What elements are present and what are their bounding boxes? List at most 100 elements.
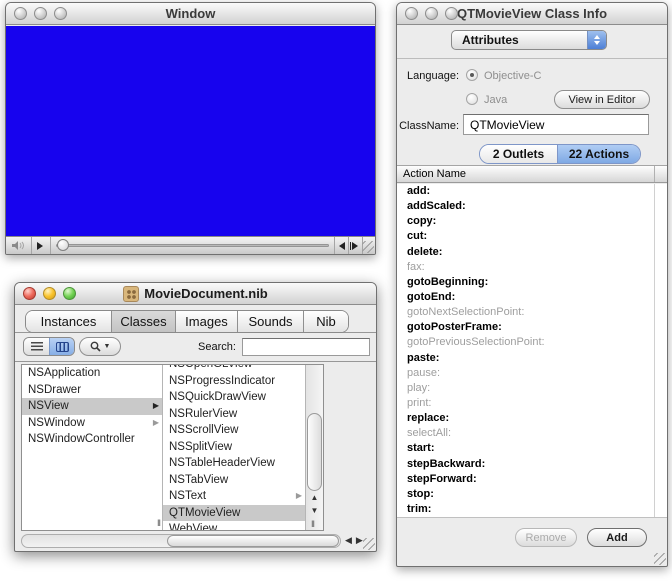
action-row[interactable]: fax:: [397, 260, 667, 275]
window-title: Window: [165, 6, 216, 21]
tab-classes[interactable]: Classes: [112, 311, 176, 332]
tab-actions[interactable]: 22 Actions: [558, 145, 640, 163]
window-controls: [405, 7, 458, 20]
tab-outlets[interactable]: 2 Outlets: [480, 145, 558, 163]
close-button[interactable]: [23, 287, 36, 300]
action-row[interactable]: addScaled:: [397, 199, 667, 214]
list-item[interactable]: NSApplication: [22, 365, 162, 382]
scrollbar-thumb[interactable]: [307, 413, 322, 491]
list-item[interactable]: NSText ▶: [163, 488, 305, 505]
action-list-scrollbar-track[interactable]: [654, 184, 667, 519]
minimize-button[interactable]: [43, 287, 56, 300]
window-controls: [23, 287, 76, 300]
column-resize-handle[interactable]: II: [157, 518, 161, 528]
tab-sounds[interactable]: Sounds: [238, 311, 304, 332]
search-label: Search:: [198, 341, 236, 353]
list-item[interactable]: NSWindowController: [22, 431, 162, 448]
scrubber-track[interactable]: [56, 244, 329, 247]
action-row[interactable]: copy:: [397, 214, 667, 229]
list-item[interactable]: NSTabView: [163, 472, 305, 489]
browser-vertical-scrollbar[interactable]: ▲ ▼ II: [306, 365, 323, 530]
view-in-editor-button[interactable]: View in Editor: [554, 90, 650, 109]
action-row[interactable]: delete:: [397, 245, 667, 260]
resize-grip[interactable]: [654, 553, 666, 565]
search-scope-button[interactable]: ▼: [79, 337, 121, 356]
action-row[interactable]: gotoNextSelectionPoint:: [397, 305, 667, 320]
minimize-button[interactable]: [425, 7, 438, 20]
list-item-selected[interactable]: QTMovieView: [163, 504, 305, 521]
resize-grip[interactable]: [363, 538, 375, 550]
search-input[interactable]: [242, 338, 370, 356]
movie-view-content[interactable]: [6, 26, 375, 236]
minimize-button[interactable]: [34, 7, 47, 20]
scrollbar-thumb[interactable]: [167, 535, 339, 547]
action-row[interactable]: stop:: [397, 487, 667, 502]
action-row[interactable]: paste:: [397, 351, 667, 366]
tab-nib[interactable]: Nib: [304, 311, 348, 332]
list-item-selected[interactable]: NSView ▶: [22, 398, 162, 415]
list-item[interactable]: NSRulerView: [163, 406, 305, 423]
action-row[interactable]: stepBackward:: [397, 457, 667, 472]
remove-button[interactable]: Remove: [515, 528, 577, 547]
action-row[interactable]: trim:: [397, 502, 667, 517]
action-name-column-header[interactable]: Action Name: [397, 168, 654, 180]
add-button[interactable]: Add: [587, 528, 647, 547]
column-resize-handle[interactable]: II: [311, 519, 315, 529]
nib-window-titlebar[interactable]: MovieDocument.nib: [15, 283, 376, 305]
list-view-button[interactable]: [24, 338, 49, 355]
list-item[interactable]: NSSplitView: [163, 439, 305, 456]
action-row[interactable]: gotoBeginning:: [397, 275, 667, 290]
resize-grip[interactable]: [362, 237, 375, 254]
scrubber-knob[interactable]: [57, 239, 69, 251]
action-row[interactable]: cut:: [397, 229, 667, 244]
action-row[interactable]: stepForward:: [397, 472, 667, 487]
class-browser: NSApplication NSDrawer NSView ▶ NSWindow…: [21, 364, 324, 531]
list-item[interactable]: NSQuickDrawView: [163, 389, 305, 406]
volume-button[interactable]: [6, 237, 32, 254]
action-row[interactable]: gotoPosterFrame:: [397, 320, 667, 335]
action-row[interactable]: play:: [397, 381, 667, 396]
step-backward-button[interactable]: [334, 237, 348, 254]
browser-horizontal-scrollbar[interactable]: [21, 534, 341, 548]
list-item[interactable]: NSScrollView: [163, 422, 305, 439]
play-button[interactable]: [32, 237, 51, 254]
step-forward-button[interactable]: [348, 237, 362, 254]
close-button[interactable]: [14, 7, 27, 20]
list-item[interactable]: NSTableHeaderView: [163, 455, 305, 472]
list-item[interactable]: NSOpenGLView: [163, 365, 305, 373]
movie-scrubber[interactable]: [51, 237, 334, 254]
close-button[interactable]: [405, 7, 418, 20]
radio-java-label: Java: [484, 94, 508, 106]
column-view-button[interactable]: [49, 338, 74, 355]
action-row[interactable]: selectAll:: [397, 426, 667, 441]
radio-java[interactable]: [466, 93, 478, 105]
scroll-left-button[interactable]: ◀: [345, 535, 352, 546]
classname-input[interactable]: [463, 114, 649, 135]
scroll-right-button[interactable]: ▶: [356, 535, 363, 546]
step-forward-icon: [352, 241, 362, 250]
list-item[interactable]: NSWindow ▶: [22, 415, 162, 432]
zoom-button[interactable]: [445, 7, 458, 20]
action-row[interactable]: print:: [397, 396, 667, 411]
action-row[interactable]: add:: [397, 184, 667, 199]
zoom-button[interactable]: [63, 287, 76, 300]
list-item[interactable]: WebView: [163, 521, 305, 530]
scroll-down-button[interactable]: ▼: [306, 506, 323, 515]
action-row[interactable]: gotoPreviousSelectionPoint:: [397, 335, 667, 350]
search-icon: [90, 341, 101, 352]
scroll-up-button[interactable]: ▲: [306, 493, 323, 502]
inspector-popup-button[interactable]: Attributes: [451, 30, 607, 50]
action-row[interactable]: start:: [397, 441, 667, 456]
tab-images[interactable]: Images: [176, 311, 238, 332]
list-item[interactable]: NSDrawer: [22, 382, 162, 399]
action-row[interactable]: gotoEnd:: [397, 290, 667, 305]
action-row[interactable]: replace:: [397, 411, 667, 426]
action-table-header[interactable]: Action Name: [397, 165, 667, 183]
action-row[interactable]: pause:: [397, 366, 667, 381]
class-info-titlebar[interactable]: QTMovieView Class Info: [397, 3, 667, 25]
tab-instances[interactable]: Instances: [26, 311, 112, 332]
radio-objective-c[interactable]: [466, 69, 478, 81]
zoom-button[interactable]: [54, 7, 67, 20]
movie-window-titlebar[interactable]: Window: [6, 3, 375, 25]
list-item[interactable]: NSProgressIndicator: [163, 373, 305, 390]
